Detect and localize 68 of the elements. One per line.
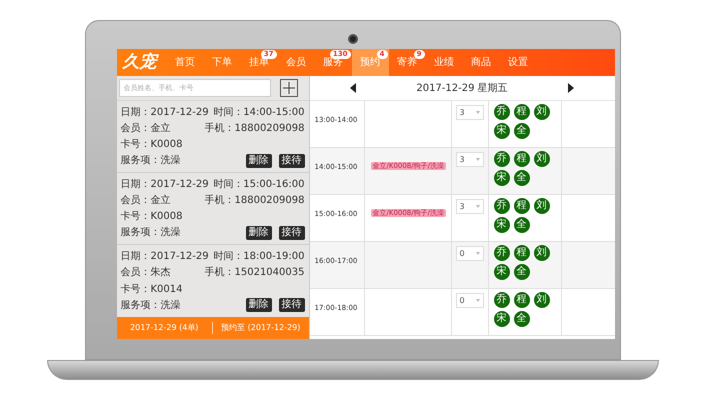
caret-icon	[476, 205, 480, 208]
staff-avatar[interactable]: 程	[514, 151, 530, 167]
staff-avatar[interactable]: 程	[514, 198, 530, 214]
staff-avatar[interactable]: 程	[514, 245, 530, 261]
service-text: 服务项：洗澡	[120, 226, 180, 240]
staff-avatar[interactable]: 乔	[494, 151, 510, 167]
card-number-text: 卡号：K0008	[120, 138, 183, 152]
delete-button[interactable]: 删除	[246, 226, 272, 240]
staff-avatar[interactable]: 刘	[534, 104, 550, 120]
footer-date-text: 2017-12-29 (4单)	[129, 322, 200, 334]
service-text: 服务项：洗澡	[120, 154, 180, 168]
card-number-text: 卡号：K0014	[120, 282, 183, 297]
staff-avatar[interactable]: 全	[514, 311, 530, 327]
date-text: 日期：2017-12-29	[120, 178, 209, 192]
time-text: 时间：15:00-16:00	[213, 178, 304, 192]
staff-avatar[interactable]: 全	[514, 170, 530, 186]
caret-icon	[476, 299, 480, 302]
staff-avatar[interactable]: 刘	[534, 292, 550, 308]
previous-arrow-icon[interactable]	[350, 83, 356, 93]
staff-avatar[interactable]: 宋	[494, 123, 510, 139]
staff-avatar[interactable]: 宋	[494, 170, 510, 186]
staff-avatar[interactable]: 程	[514, 104, 530, 120]
plus-icon	[282, 82, 294, 94]
staff-avatar[interactable]: 乔	[494, 245, 510, 261]
receive-button[interactable]: 接待	[278, 154, 304, 168]
staff-avatar[interactable]: 刘	[534, 151, 550, 167]
delete-button[interactable]: 删除	[246, 154, 272, 168]
delete-button[interactable]: 删除	[246, 298, 272, 312]
staff-avatar[interactable]: 宋	[494, 264, 510, 280]
date-text: 日期：2017-12-29	[120, 250, 209, 264]
staff-avatar[interactable]: 刘	[534, 198, 550, 214]
caret-icon	[476, 158, 480, 161]
time-text: 时间：18:00-19:00	[213, 250, 304, 264]
staff-avatar[interactable]: 乔	[494, 104, 510, 120]
staff-avatar[interactable]: 全	[514, 123, 530, 139]
count-select[interactable]: 3	[456, 152, 484, 167]
add-button[interactable]	[280, 79, 298, 97]
staff-avatar[interactable]: 宋	[494, 311, 510, 327]
staff-avatar[interactable]: 全	[514, 217, 530, 233]
count-select[interactable]: 0	[456, 293, 484, 308]
next-arrow-icon[interactable]	[568, 83, 574, 93]
member-text: 会员：金立	[120, 194, 170, 208]
member-text: 会员：金立	[120, 122, 170, 136]
staff-avatar[interactable]: 刘	[534, 245, 550, 261]
count-select[interactable]: 3	[456, 199, 484, 214]
phone-text: 手机：18800209098	[204, 122, 304, 136]
staff-avatar[interactable]: 全	[514, 264, 530, 280]
time-text: 时间：14:00-15:00	[213, 106, 304, 120]
card-number-text: 卡号：K0008	[120, 210, 183, 224]
count-select[interactable]: 3	[456, 105, 484, 120]
staff-avatar[interactable]: 乔	[494, 198, 510, 214]
phone-text: 手机：18800209098	[204, 194, 304, 208]
schedule-date-text: 2017-12-29 星期五	[416, 82, 508, 96]
service-text: 服务项：洗澡	[120, 298, 180, 313]
camera-icon	[348, 34, 358, 44]
count-select[interactable]: 0	[456, 246, 484, 261]
staff-avatar[interactable]: 乔	[494, 292, 510, 308]
logo: 久宠	[116, 50, 166, 76]
staff-avatar[interactable]: 宋	[494, 217, 510, 233]
caret-icon	[476, 252, 480, 255]
date-text: 日期：2017-12-29	[120, 106, 209, 120]
receive-button[interactable]: 接待	[278, 298, 304, 312]
member-text: 会员：朱杰	[120, 266, 170, 280]
staff-avatar[interactable]: 程	[514, 292, 530, 308]
receive-button[interactable]: 接待	[278, 226, 304, 240]
caret-icon	[476, 111, 480, 114]
phone-text: 手机：15021040035	[204, 266, 304, 280]
footer-range-text: 预约至 (2017-12-29)	[220, 322, 302, 334]
